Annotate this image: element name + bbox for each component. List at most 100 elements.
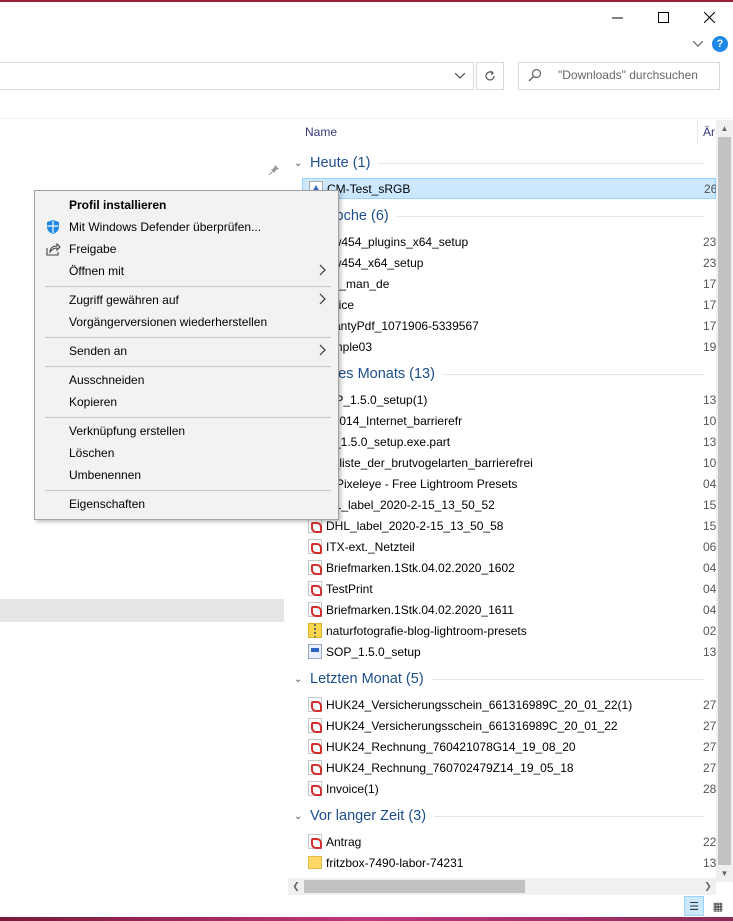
menu-item-cut[interactable]: Ausschneiden [35, 369, 338, 391]
file-date: 27 [703, 739, 717, 754]
file-name: HUK24_Rechnung_760702479Z14_19_05_18 [326, 760, 574, 775]
pin-icon[interactable] [268, 164, 282, 178]
chevron-left-icon: ❮ [292, 881, 300, 891]
ribbon-expand-button[interactable] [690, 36, 706, 52]
file-name: HUK24_Rechnung_760421078G14_19_08_20 [326, 739, 576, 754]
close-button[interactable] [686, 2, 732, 32]
file-row[interactable]: ew454_plugins_x64_setup 23 [302, 231, 716, 252]
file-row[interactable]: HL_label_2020-2-15_13_50_52 15 [302, 494, 716, 515]
group-header-last-week[interactable]: ⌄ e Woche (6) [294, 206, 704, 226]
file-row[interactable]: e Pixeleye - Free Lightroom Presets 04 [302, 473, 716, 494]
menu-item-restore-versions[interactable]: Vorgängerversionen wiederherstellen [35, 311, 338, 333]
file-date: 10 [703, 455, 717, 470]
file-row[interactable]: HUK24_Rechnung_760702479Z14_19_05_18 27 [302, 757, 716, 778]
pdf-file-icon [308, 539, 322, 554]
ribbon-divider [0, 118, 733, 119]
file-date: 22 [703, 834, 717, 849]
menu-item-defender-scan[interactable]: Mit Windows Defender überprüfen... [35, 216, 338, 238]
nav-selected-item[interactable] [0, 599, 284, 622]
file-row[interactable]: CM-Test_sRGB 26 [302, 178, 717, 199]
file-row[interactable]: TestPrint 04 [302, 578, 716, 599]
menu-item-open-with[interactable]: Öffnen mit [35, 260, 338, 282]
menu-item-label: Freigabe [69, 242, 117, 256]
file-row[interactable]: OP_1.5.0_setup(1) 13 [302, 389, 716, 410]
file-name: HUK24_Versicherungsschein_661316989C_20_… [326, 718, 618, 733]
file-name: e Pixeleye - Free Lightroom Presets [326, 476, 518, 491]
vertical-scroll-thumb[interactable] [718, 137, 731, 865]
file-date: 04 [703, 560, 717, 575]
column-header-name[interactable]: Name [305, 125, 337, 139]
file-row[interactable]: Invoice(1) 28 [302, 778, 716, 799]
file-row[interactable]: e_liste_der_brutvogelarten_barrierefrei 1… [302, 452, 716, 473]
details-view-button[interactable]: ☰ [684, 896, 704, 916]
chevron-down-icon [455, 73, 465, 79]
file-row[interactable]: 02014_Internet_barrierefr 10 [302, 410, 716, 431]
group-header-last-month[interactable]: ⌄ Letzten Monat (5) [294, 669, 704, 689]
pdf-file-icon [308, 834, 322, 849]
menu-item-create-shortcut[interactable]: Verknüpfung erstellen [35, 420, 338, 442]
scroll-down-button[interactable]: ▼ [716, 865, 733, 882]
file-date: 15 [703, 497, 717, 512]
help-button[interactable]: ? [712, 36, 728, 52]
file-row[interactable]: 40_man_de 17 [302, 273, 716, 294]
file-row[interactable]: voice 17 [302, 294, 716, 315]
menu-item-install-profile[interactable]: Profil installieren [35, 194, 338, 216]
minimize-button[interactable] [594, 2, 640, 32]
chevron-right-icon [319, 293, 329, 307]
file-row[interactable]: naturfotografie-blog-lightroom-presets 02 [302, 620, 716, 641]
file-row[interactable]: HUK24_Rechnung_760421078G14_19_08_20 27 [302, 736, 716, 757]
menu-item-label: Löschen [69, 446, 115, 460]
file-name: SOP_1.5.0_setup [326, 644, 421, 659]
group-header-long-ago[interactable]: ⌄ Vor langer Zeit (3) [294, 806, 704, 826]
chevron-right-icon [319, 264, 329, 278]
file-row[interactable]: fritzbox-7490-labor-74231 13 [302, 852, 716, 873]
file-row[interactable]: rrantyPdf_1071906-5339567 17 [302, 315, 716, 336]
file-name: OP_1.5.0_setup(1) [326, 392, 428, 407]
pdf-file-icon [308, 581, 322, 596]
file-name: fritzbox-7490-labor-74231 [326, 855, 464, 870]
file-date: 17 [703, 276, 717, 291]
menu-separator [45, 286, 331, 287]
menu-item-share[interactable]: Freigabe [35, 238, 338, 260]
file-row[interactable]: emple03 19 [302, 336, 716, 357]
file-row[interactable]: Antrag 22 [302, 831, 716, 852]
group-header-earlier-this-month[interactable]: ⌄ ng des Monats (13) [294, 364, 704, 384]
details-view-icon: ☰ [689, 900, 699, 913]
file-row[interactable]: P_1.5.0_setup.exe.part 13 [302, 431, 716, 452]
menu-item-label: Zugriff gewähren auf [69, 293, 179, 307]
scroll-up-button[interactable]: ▲ [716, 120, 733, 137]
menu-item-grant-access[interactable]: Zugriff gewähren auf [35, 289, 338, 311]
refresh-button[interactable] [476, 62, 504, 90]
large-icons-view-button[interactable]: ▦ [708, 896, 728, 916]
menu-item-rename[interactable]: Umbenennen [35, 464, 338, 486]
group-header-today[interactable]: ⌄ Heute (1) [294, 153, 704, 173]
file-row[interactable]: DHL_label_2020-2-15_13_50_58 15 [302, 515, 716, 536]
menu-item-label: Umbenennen [69, 468, 142, 482]
file-row[interactable]: SOP_1.5.0_setup 13 [302, 641, 716, 662]
file-row[interactable]: Briefmarken.1Stk.04.02.2020_1602 04 [302, 557, 716, 578]
file-row[interactable]: ew454_x64_setup 23 [302, 252, 716, 273]
file-row[interactable]: ITX-ext._Netzteil 06 [302, 536, 716, 557]
menu-separator [45, 490, 331, 491]
address-dropdown-button[interactable] [446, 62, 474, 90]
scroll-right-button[interactable]: ❯ [700, 878, 716, 895]
menu-item-copy[interactable]: Kopieren [35, 391, 338, 413]
file-name: CM-Test_sRGB [327, 181, 411, 196]
file-row[interactable]: HUK24_Versicherungsschein_661316989C_20_… [302, 694, 716, 715]
menu-item-delete[interactable]: Löschen [35, 442, 338, 464]
menu-item-properties[interactable]: Eigenschaften [35, 493, 338, 515]
search-icon [528, 68, 544, 84]
pdf-file-icon [308, 602, 322, 617]
menu-item-send-to[interactable]: Senden an [35, 340, 338, 362]
column-header-date[interactable]: Är [703, 125, 715, 139]
file-row[interactable]: HUK24_Versicherungsschein_661316989C_20_… [302, 715, 716, 736]
horizontal-scroll-thumb[interactable] [304, 880, 525, 893]
file-row[interactable]: Briefmarken.1Stk.04.02.2020_1611 04 [302, 599, 716, 620]
scroll-left-button[interactable]: ❮ [288, 878, 304, 895]
column-divider[interactable] [697, 120, 698, 144]
maximize-button[interactable] [640, 2, 686, 32]
file-date: 23 [703, 255, 717, 270]
search-input[interactable]: "Downloads" durchsuchen [558, 68, 698, 82]
address-bar[interactable] [0, 62, 474, 90]
chevron-down-icon: ⌄ [294, 157, 303, 169]
